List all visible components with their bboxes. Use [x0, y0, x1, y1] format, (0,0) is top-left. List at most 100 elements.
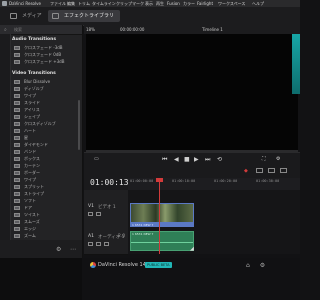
list-item[interactable]: ディゾルブ — [12, 85, 80, 92]
effects-search-input[interactable]: 検索 — [14, 25, 22, 34]
track-id: V1 — [88, 204, 94, 209]
footer-page-buttons: ⌂ ⚙ — [246, 262, 265, 269]
viewer-settings-icon[interactable]: ⚙ — [276, 156, 280, 162]
solo-track-icon[interactable] — [104, 242, 109, 246]
list-item[interactable]: クロスディゾルブ — [12, 120, 80, 127]
go-to-end-button[interactable]: ⏭ — [205, 156, 210, 164]
list-item[interactable]: エッジ — [12, 225, 80, 232]
transition-thumb-icon — [14, 177, 20, 182]
menu-trim[interactable]: トリム — [78, 0, 90, 7]
edit-marker-icon[interactable]: ◆ — [244, 168, 248, 174]
list-item-label: クロスフェード -3dB — [24, 45, 63, 50]
timeline-options-icon[interactable] — [280, 168, 287, 173]
ruler-tick-label: 01:00:00:00 — [130, 179, 154, 183]
video-transitions-header[interactable]: Video Transitions — [12, 71, 56, 76]
menu-app-name[interactable]: DaVinci Resolve — [9, 0, 41, 7]
effects-search-bar[interactable]: ⌕ 検索 — [0, 25, 82, 35]
enable-track-icon[interactable] — [96, 212, 101, 216]
transition-thumb-icon — [14, 205, 20, 210]
list-item[interactable]: ツイスト — [12, 211, 80, 218]
menu-fairlight[interactable]: Fairlight — [197, 0, 213, 7]
list-item[interactable]: クロスフェード +3dB — [12, 58, 80, 65]
menu-clip[interactable]: クリップ — [116, 0, 132, 7]
menu-playback[interactable]: 再生 — [156, 0, 164, 7]
audio-transitions-header[interactable]: Audio Transitions — [12, 37, 56, 42]
stop-button[interactable]: ■ — [184, 156, 190, 163]
track-header-video-1[interactable]: V1 ビデオ 1 — [84, 202, 128, 229]
timeline-mode-icon[interactable] — [268, 168, 275, 173]
list-item[interactable]: アイリス — [12, 106, 80, 113]
audio-clip-label: 1 6531 NEW 7 — [132, 232, 154, 236]
fullscreen-icon[interactable]: ⛶ — [262, 156, 266, 162]
video-viewer[interactable] — [86, 34, 298, 152]
lock-track-icon[interactable] — [88, 242, 93, 246]
list-item-label: ボックス — [24, 156, 40, 161]
list-item[interactable]: スプリット — [12, 183, 80, 190]
playhead[interactable] — [159, 178, 160, 254]
track-header-audio-1[interactable]: A1 オーディオ 1 2.0 — [84, 228, 128, 255]
mute-track-icon[interactable] — [96, 242, 101, 246]
menu-timeline[interactable]: タイムライン — [92, 0, 116, 7]
list-item[interactable]: ダイヤモンド — [12, 141, 80, 148]
menu-fusion[interactable]: Fusion — [167, 0, 180, 7]
play-reverse-button[interactable]: ◀ — [174, 156, 179, 163]
list-item[interactable]: ワイプ — [12, 92, 80, 99]
more-options-icon[interactable]: ⋯ — [70, 247, 76, 253]
go-to-start-button[interactable]: ⏮ — [162, 156, 167, 164]
list-item-label: アイリス — [24, 107, 40, 112]
menu-edit[interactable]: 編集 — [67, 0, 75, 7]
list-item[interactable]: ボーダー — [12, 169, 80, 176]
menu-file[interactable]: ファイル — [50, 0, 66, 7]
lock-track-icon[interactable] — [88, 212, 93, 216]
settings-icon[interactable]: ⚙ — [56, 247, 61, 253]
transition-thumb-icon — [14, 52, 20, 57]
menu-workspace[interactable]: ワークスペース — [218, 0, 245, 7]
menu-help[interactable]: ヘルプ — [252, 0, 264, 7]
menu-color[interactable]: カラー — [183, 0, 195, 7]
transition-thumb-icon — [14, 170, 20, 175]
audio-level-handle-icon[interactable]: ◢ — [190, 246, 194, 252]
list-item[interactable]: ズーム — [12, 232, 80, 239]
list-item[interactable]: カーテン — [12, 162, 80, 169]
list-item[interactable]: ハート — [12, 127, 80, 134]
viewer-timecode: 00:00:00:00 — [120, 27, 145, 32]
transition-thumb-icon — [14, 198, 20, 203]
list-item[interactable]: スムーズ — [12, 218, 80, 225]
viewer-header: 18% 00:00:00:00 Timeline 1 — [84, 25, 300, 34]
viewer-options-icon[interactable]: ▭ — [94, 156, 99, 162]
transition-thumb-icon — [14, 184, 20, 189]
list-item[interactable]: スライド — [12, 99, 80, 106]
transition-thumb-icon — [14, 114, 20, 119]
home-icon[interactable]: ⌂ — [246, 262, 250, 269]
list-item-label: ワイプ — [24, 177, 36, 182]
list-item[interactable]: シェイプ — [12, 113, 80, 120]
transition-thumb-icon — [14, 59, 20, 64]
menu-view[interactable]: 表示 — [145, 0, 153, 7]
timeline-view-icon[interactable] — [256, 168, 263, 173]
list-item[interactable]: ドア — [12, 204, 80, 211]
list-item[interactable]: クロスフェード -3dB — [12, 44, 80, 51]
gear-icon[interactable]: ⚙ — [260, 262, 265, 269]
viewer-zoom[interactable]: 18% — [86, 25, 95, 34]
list-item[interactable]: 星 — [12, 134, 80, 141]
video-clip[interactable] — [130, 203, 194, 223]
tab-media[interactable]: メディア — [6, 10, 48, 22]
list-item[interactable]: ワイプ — [12, 176, 80, 183]
list-item[interactable]: ボックス — [12, 155, 80, 162]
tab-effects-library[interactable]: エフェクトライブラリ — [48, 10, 121, 22]
transition-thumb-icon — [14, 79, 20, 84]
play-button[interactable]: ▶ — [194, 156, 199, 163]
list-item[interactable]: バンド — [12, 148, 80, 155]
loop-button[interactable]: ⟲ — [217, 156, 222, 163]
list-item[interactable]: クロスフェード 0dB — [12, 51, 80, 58]
list-item[interactable]: ソフト — [12, 197, 80, 204]
transport-controls: ▭ ⏮ ◀ ■ ▶ ⏭ ⟲ ⛶ ⚙ — [84, 152, 300, 167]
list-item-label: スライド — [24, 100, 40, 105]
lower-left-empty-area — [0, 258, 82, 300]
list-item[interactable]: Blur Dissolve — [12, 78, 80, 85]
list-item[interactable]: ストライプ — [12, 190, 80, 197]
list-item-label: ストライプ — [24, 191, 44, 196]
menu-mark[interactable]: マーク — [132, 0, 144, 7]
media-pool-icon — [10, 13, 17, 19]
list-item-label: バンド — [24, 149, 37, 154]
